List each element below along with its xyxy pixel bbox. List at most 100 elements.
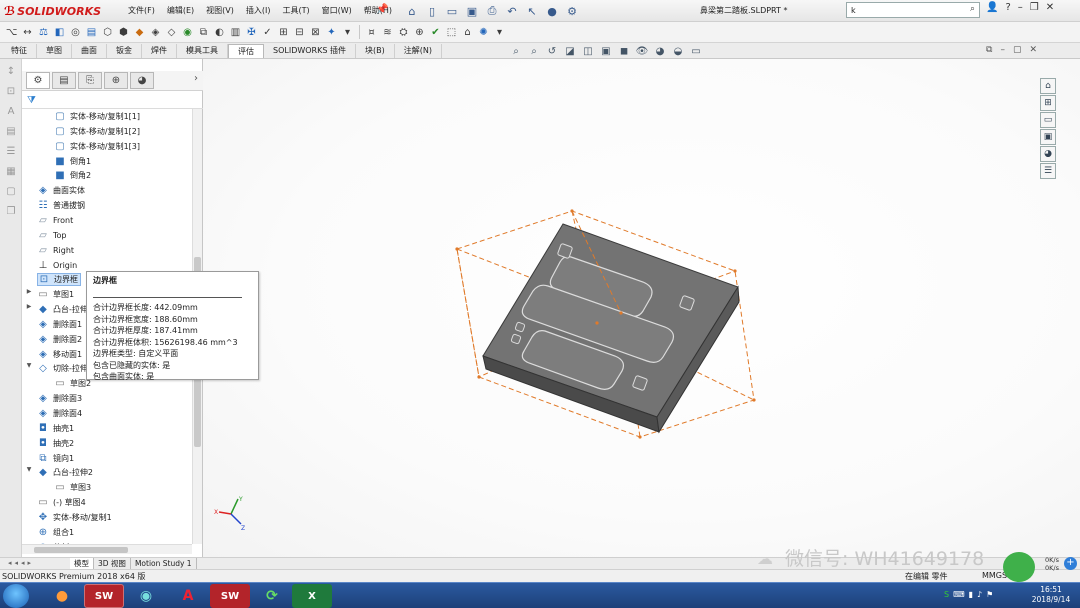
tree-item[interactable]: ◈ 曲面实体 xyxy=(37,184,85,197)
taskbar-refresh[interactable]: ⟳ xyxy=(252,584,292,608)
tab-addins[interactable]: SOLIDWORKS 插件 xyxy=(264,44,356,58)
taskbar-solidworks[interactable]: SW xyxy=(84,584,124,608)
save-icon[interactable]: ▣ xyxy=(463,2,481,20)
tree-item[interactable]: ◈ 移动面1 xyxy=(37,348,82,361)
earth-icon[interactable]: ✺ xyxy=(476,25,491,40)
tray-network-icon[interactable]: ▮ xyxy=(969,590,973,599)
toolbar-more-icon-2[interactable]: ▾ xyxy=(492,25,507,40)
tree-item[interactable]: ▱ Right xyxy=(37,244,74,257)
strip-feature-icon[interactable]: ⊡ xyxy=(3,83,19,99)
search-input[interactable]: k xyxy=(851,6,856,15)
tree-item[interactable]: ▭ 草图3 xyxy=(54,481,91,494)
tree-item[interactable]: ▢ 实体-移动/复制1[2] xyxy=(54,125,140,138)
tray-volume-icon[interactable]: ♪ xyxy=(977,590,982,599)
toolbar-more-icon[interactable]: ▾ xyxy=(340,25,355,40)
view-palette-icon[interactable]: ▣ xyxy=(1040,129,1056,145)
compare-icon[interactable]: ⊠ xyxy=(308,25,323,40)
pin-icon[interactable]: 📌 xyxy=(376,4,388,15)
taskbar-excel[interactable]: X xyxy=(292,584,332,608)
solidworks-resources-icon[interactable]: ⌂ xyxy=(1040,78,1056,94)
tray-keyboard-icon[interactable]: ⌨ xyxy=(953,590,965,599)
tab-evaluate[interactable]: 评估 xyxy=(228,44,264,58)
chevron-right-icon[interactable]: › xyxy=(194,73,198,84)
tab-model[interactable]: 模型 xyxy=(70,558,94,569)
menu-tools[interactable]: 工具(T) xyxy=(276,5,315,16)
previous-view-icon[interactable]: ↺ xyxy=(544,44,560,59)
check-icon[interactable]: ✓ xyxy=(260,25,275,40)
chevron-right-icon[interactable]: ▶ xyxy=(25,303,33,310)
strip-box-icon[interactable]: ▢ xyxy=(3,183,19,199)
tree-item[interactable]: ▭ (-) 草图4 xyxy=(37,496,86,509)
doc-restore-icon[interactable]: ⧉ xyxy=(986,45,992,55)
rebuild-icon[interactable]: ● xyxy=(543,2,561,20)
doc-close-icon[interactable]: ✕ xyxy=(1029,45,1037,55)
strip-select-icon[interactable]: ↕ xyxy=(3,63,19,79)
tree-filter-row[interactable]: ⧩ xyxy=(22,91,203,109)
symmetry-icon[interactable]: ⧉ xyxy=(196,25,211,40)
tree-item[interactable]: ◈ 删除面3 xyxy=(37,392,82,405)
tree-item[interactable]: ⊥ Origin xyxy=(37,259,78,272)
tree-item[interactable]: ◘ 抽壳1 xyxy=(37,422,74,435)
tab-sketch[interactable]: 草图 xyxy=(37,44,72,58)
network-speed-widget[interactable] xyxy=(1003,552,1035,582)
filter-icon[interactable]: ⧩ xyxy=(24,93,39,108)
sustainability-icon[interactable]: ✦ xyxy=(324,25,339,40)
appearances-icon[interactable]: ◕ xyxy=(1040,146,1056,162)
search-icon[interactable]: ⌕ xyxy=(970,4,975,14)
start-orb-icon[interactable] xyxy=(3,584,29,608)
tree-item[interactable]: ▱ Front xyxy=(37,214,73,227)
close-icon[interactable]: ✕ xyxy=(1046,2,1054,13)
zebra-icon[interactable]: ▥ xyxy=(228,25,243,40)
statistics-icon[interactable]: ▤ xyxy=(84,25,99,40)
tab-weldments[interactable]: 焊件 xyxy=(142,44,177,58)
tree-item[interactable]: ▱ Top xyxy=(37,229,66,242)
thickness-icon[interactable]: ◉ xyxy=(180,25,195,40)
curvature-icon[interactable]: ◐ xyxy=(212,25,227,40)
clearance-icon[interactable]: ⬢ xyxy=(116,25,131,40)
sensor-icon[interactable]: ◎ xyxy=(68,25,83,40)
doc-maximize-icon[interactable]: ▢ xyxy=(1013,45,1022,55)
strip-table-icon[interactable]: ▦ xyxy=(3,163,19,179)
menu-file[interactable]: 文件(F) xyxy=(122,5,161,16)
custom-properties-icon[interactable]: ☰ xyxy=(1040,163,1056,179)
simulation-icon[interactable]: ⛭ xyxy=(396,25,411,40)
chevron-down-icon[interactable]: ▼ xyxy=(25,362,33,369)
scroll-thumb-horizontal[interactable] xyxy=(34,547,128,553)
taskbar-browser[interactable]: ◉ xyxy=(126,584,166,608)
strip-copy-icon[interactable]: ❐ xyxy=(3,203,19,219)
section-view-icon[interactable]: ◪ xyxy=(562,44,578,59)
tab-mold-tools[interactable]: 模具工具 xyxy=(177,44,228,58)
menu-window[interactable]: 窗口(W) xyxy=(316,5,358,16)
configuration-manager-tab-icon[interactable]: ⎘ xyxy=(78,72,102,89)
minimize-icon[interactable]: – xyxy=(1018,2,1023,13)
mbd-icon[interactable]: ⊕ xyxy=(412,25,427,40)
select-cursor-icon[interactable]: ↖ xyxy=(523,2,541,20)
tab-blocks[interactable]: 块(B) xyxy=(356,44,395,58)
print-icon[interactable]: ⎙ xyxy=(483,2,501,20)
tab-motion-study[interactable]: Motion Study 1 xyxy=(131,558,197,569)
apply-scene-icon[interactable]: ◒ xyxy=(670,44,686,59)
tab-features[interactable]: 特征 xyxy=(2,44,37,58)
import-diagnostics-icon[interactable]: ⊟ xyxy=(292,25,307,40)
tree-item[interactable]: ▶ ▭ 草图1 xyxy=(27,288,74,301)
tree-item[interactable]: ⊡ 边界框 xyxy=(37,273,81,287)
ruler-icon[interactable]: ⌂ xyxy=(460,25,475,40)
tree-item[interactable]: ▼ ◆ 凸台-拉伸2 xyxy=(27,466,93,479)
flow-icon[interactable]: ≋ xyxy=(380,25,395,40)
interference-icon[interactable]: ⬡ xyxy=(100,25,115,40)
tree-item[interactable]: ◈ 删除面2 xyxy=(37,333,82,346)
tree-item[interactable]: ▶ ◆ 凸台-拉伸1 xyxy=(27,303,93,316)
taskbar-autocad[interactable]: A xyxy=(168,584,208,608)
home-icon[interactable]: ⌂ xyxy=(403,2,421,20)
tree-item[interactable]: ▢ 实体-移动/复制1[1] xyxy=(54,110,140,123)
strip-note-icon[interactable]: A xyxy=(3,103,19,119)
undo-icon[interactable]: ↶ xyxy=(503,2,521,20)
display-style-icon[interactable]: ◼ xyxy=(616,44,632,59)
taskbar-app-1[interactable]: ● xyxy=(42,584,82,608)
tray-flag-icon[interactable]: ⚑ xyxy=(986,590,993,599)
tree-item[interactable]: ⧉ 镜向1 xyxy=(37,452,74,465)
restore-icon[interactable]: ❐ xyxy=(1030,2,1039,13)
tree-item[interactable]: ◈ 删除面1 xyxy=(37,318,82,331)
chevron-right-icon[interactable]: ▶ xyxy=(25,288,33,295)
edit-appearance-icon[interactable]: ◕ xyxy=(652,44,668,59)
